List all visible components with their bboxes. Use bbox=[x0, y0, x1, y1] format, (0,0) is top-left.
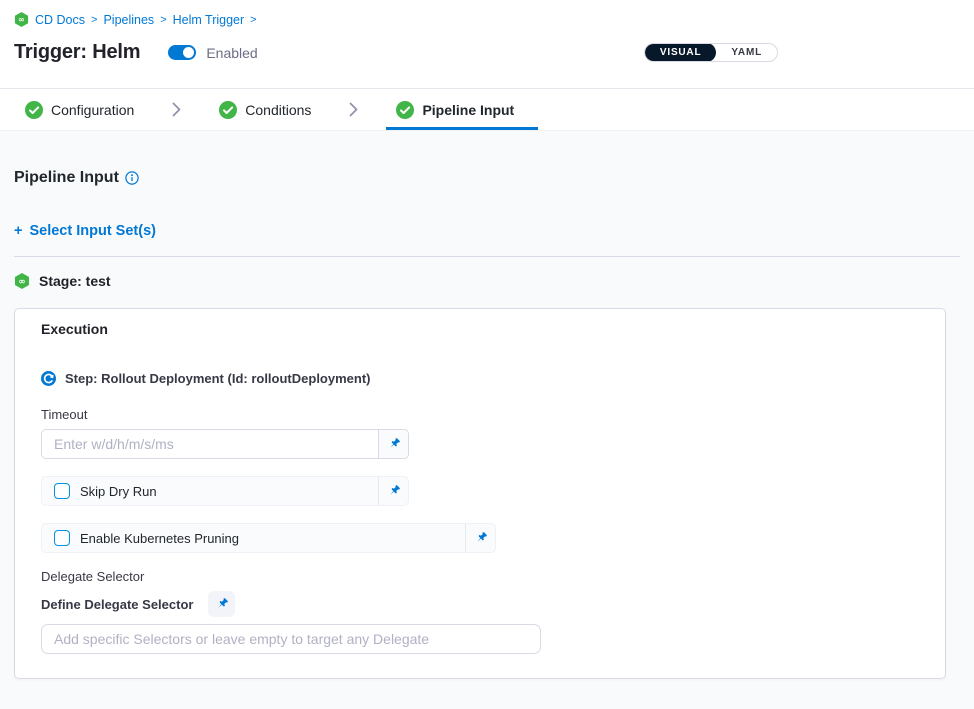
enable-kubernetes-pruning-checkbox[interactable] bbox=[54, 530, 70, 546]
toggle-knob bbox=[183, 47, 194, 58]
plus-icon: + bbox=[14, 223, 22, 239]
delegate-selectors-input[interactable] bbox=[41, 624, 541, 654]
timeout-input[interactable] bbox=[42, 430, 378, 458]
enabled-toggle[interactable] bbox=[168, 45, 196, 60]
delegate-selector-label: Delegate Selector bbox=[41, 569, 919, 584]
step-label: Step: Rollout Deployment (Id: rolloutDep… bbox=[65, 371, 371, 386]
execution-card: Execution Step: Rollout Deployment (Id: … bbox=[14, 308, 946, 679]
define-delegate-row: Define Delegate Selector bbox=[41, 591, 919, 617]
tab-label: Conditions bbox=[245, 102, 311, 118]
visual-mode-button[interactable]: VISUAL bbox=[645, 43, 716, 62]
check-circle-icon bbox=[396, 101, 414, 119]
pin-icon[interactable] bbox=[208, 591, 235, 617]
breadcrumb-item-cd-docs[interactable]: CD Docs bbox=[35, 13, 85, 27]
main-content: Pipeline Input + Select Input Set(s) ∞ S… bbox=[0, 169, 974, 679]
timeout-label: Timeout bbox=[41, 407, 919, 422]
breadcrumb-separator: > bbox=[91, 14, 97, 26]
breadcrumb-item-pipelines[interactable]: Pipelines bbox=[103, 13, 154, 27]
checkbox-label: Skip Dry Run bbox=[80, 484, 378, 499]
page-header: ∞ CD Docs > Pipelines > Helm Trigger > T… bbox=[0, 0, 974, 89]
section-title: Pipeline Input bbox=[14, 169, 119, 187]
stage-label: Stage: test bbox=[39, 273, 111, 289]
section-divider bbox=[14, 256, 960, 257]
define-delegate-label: Define Delegate Selector bbox=[41, 597, 193, 612]
checkbox-label: Enable Kubernetes Pruning bbox=[80, 531, 465, 546]
svg-text:∞: ∞ bbox=[18, 15, 25, 24]
svg-text:∞: ∞ bbox=[19, 276, 26, 286]
check-circle-icon bbox=[219, 101, 237, 119]
breadcrumb-separator: > bbox=[160, 14, 166, 26]
enable-kubernetes-pruning-row: Enable Kubernetes Pruning bbox=[41, 523, 496, 553]
stage-row: ∞ Stage: test bbox=[14, 273, 960, 289]
tab-pipeline-input[interactable]: Pipeline Input bbox=[396, 89, 514, 130]
title-row: Trigger: Helm Enabled VISUAL YAML bbox=[14, 41, 960, 64]
breadcrumb-item-helm-trigger[interactable]: Helm Trigger bbox=[173, 13, 245, 27]
pin-icon[interactable] bbox=[378, 477, 408, 505]
skip-dry-run-row: Skip Dry Run bbox=[41, 476, 409, 506]
chevron-right-icon bbox=[349, 102, 358, 117]
execution-title: Execution bbox=[41, 321, 919, 337]
select-input-sets-label: Select Input Set(s) bbox=[29, 223, 156, 239]
yaml-mode-button[interactable]: YAML bbox=[716, 43, 777, 62]
enabled-toggle-label: Enabled bbox=[206, 45, 257, 61]
tab-conditions[interactable]: Conditions bbox=[219, 89, 311, 130]
tab-label: Pipeline Input bbox=[422, 102, 514, 118]
check-circle-icon bbox=[25, 101, 43, 119]
timeout-field-group bbox=[41, 429, 409, 459]
skip-dry-run-checkbox[interactable] bbox=[54, 483, 70, 499]
step-row: Step: Rollout Deployment (Id: rolloutDep… bbox=[41, 371, 919, 386]
tab-configuration[interactable]: Configuration bbox=[25, 89, 134, 130]
select-input-sets-button[interactable]: + Select Input Set(s) bbox=[14, 223, 156, 239]
info-icon[interactable] bbox=[125, 171, 139, 185]
visual-yaml-toggle: VISUAL YAML bbox=[644, 43, 778, 62]
cd-module-icon: ∞ bbox=[14, 12, 29, 27]
tab-label: Configuration bbox=[51, 102, 134, 118]
cd-stage-icon: ∞ bbox=[14, 273, 30, 289]
pin-icon[interactable] bbox=[465, 524, 495, 552]
breadcrumb: ∞ CD Docs > Pipelines > Helm Trigger > bbox=[14, 12, 960, 27]
wizard-tabs: Configuration Conditions Pipeline Input bbox=[0, 89, 974, 131]
page-title: Trigger: Helm bbox=[14, 41, 140, 64]
pin-icon[interactable] bbox=[378, 430, 408, 458]
breadcrumb-separator: > bbox=[250, 14, 256, 26]
rollout-step-icon bbox=[41, 371, 56, 386]
pipeline-input-heading: Pipeline Input bbox=[14, 169, 960, 187]
chevron-right-icon bbox=[172, 102, 181, 117]
